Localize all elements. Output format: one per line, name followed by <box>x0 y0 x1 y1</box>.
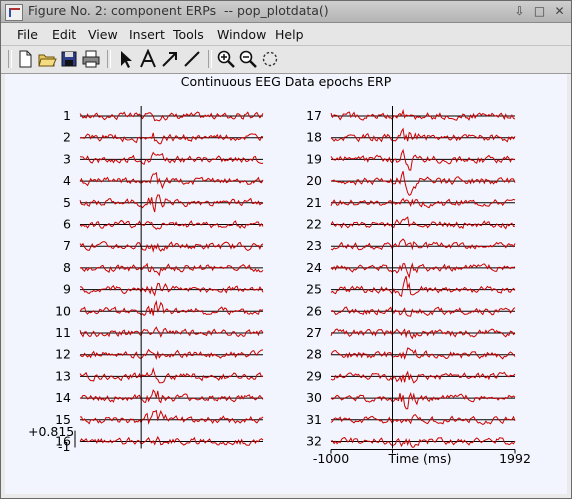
erp-trace <box>330 238 516 251</box>
toolbar-separator <box>208 50 212 68</box>
channel-label: 21 <box>306 195 322 210</box>
title-bar[interactable]: Figure No. 2: component ERPs -- pop_plot… <box>1 1 571 23</box>
channel-label: 22 <box>306 217 322 232</box>
rotate-icon[interactable] <box>260 49 280 69</box>
x-axis-min-label: -1000 <box>313 451 349 466</box>
erp-trace <box>330 148 516 171</box>
toolbar-separator <box>8 50 12 68</box>
channel-label: 20 <box>306 173 322 188</box>
channel-label: 31 <box>306 412 322 427</box>
scale-bottom-label: -1 <box>58 439 70 454</box>
menu-file[interactable]: File <box>17 27 38 42</box>
channel-label: 13 <box>55 368 71 383</box>
figure-title: Continuous EEG Data epochs ERP <box>181 74 392 89</box>
menu-bar: File Edit View Insert Tools Window Help <box>1 23 571 46</box>
erp-trace <box>330 392 516 410</box>
channel-label: 28 <box>306 347 322 362</box>
erp-trace <box>79 299 264 317</box>
erp-trace <box>79 366 264 384</box>
x-axis-title: Time (ms) <box>387 451 451 466</box>
channel-label: 10 <box>55 303 71 318</box>
channel-label: 3 <box>63 151 71 166</box>
channel-label: 19 <box>306 151 322 166</box>
new-file-icon[interactable] <box>15 49 35 69</box>
erp-trace <box>79 262 264 277</box>
scale-top-label: +0.815 <box>28 424 74 439</box>
channel-label: 2 <box>63 130 71 145</box>
menu-view[interactable]: View <box>88 27 118 42</box>
toolbar-separator <box>107 50 111 68</box>
menu-edit[interactable]: Edit <box>52 27 76 42</box>
select-arrow-icon[interactable] <box>116 49 136 69</box>
print-icon[interactable] <box>81 49 101 69</box>
erp-trace <box>330 171 516 196</box>
erp-plot: Continuous EEG Data epochs ERP 123456789… <box>28 74 531 466</box>
erp-trace <box>79 348 264 361</box>
erp-trace <box>330 347 516 360</box>
erp-trace <box>79 326 264 338</box>
channel-label: 9 <box>63 282 71 297</box>
text-insert-icon[interactable] <box>138 49 158 69</box>
channel-label: 1 <box>63 108 71 123</box>
menu-insert[interactable]: Insert <box>129 27 165 42</box>
erp-trace <box>330 216 516 230</box>
erp-trace <box>79 389 264 404</box>
channel-label: 14 <box>55 390 71 405</box>
figure-canvas[interactable]: Continuous EEG Data epochs ERP 123456789… <box>5 74 567 494</box>
channel-label: 27 <box>306 325 322 340</box>
channel-label: 17 <box>306 108 322 123</box>
erp-trace <box>79 151 264 166</box>
x-axis-max-label: 1992 <box>499 451 531 466</box>
figure-window: Figure No. 2: component ERPs -- pop_plot… <box>0 0 572 499</box>
channel-label: 12 <box>55 347 71 362</box>
window-title: Figure No. 2: component ERPs -- pop_plot… <box>28 3 329 18</box>
erp-trace <box>330 275 516 297</box>
open-folder-icon[interactable] <box>37 49 57 69</box>
menu-tools[interactable]: Tools <box>173 27 204 42</box>
channel-label: 7 <box>63 238 71 253</box>
line-insert-icon[interactable] <box>182 49 202 69</box>
channel-label: 25 <box>306 282 322 297</box>
save-icon[interactable] <box>59 49 79 69</box>
erp-trace <box>79 409 264 425</box>
erp-trace <box>330 437 516 448</box>
menu-help[interactable]: Help <box>275 27 304 42</box>
minimize-button[interactable]: ⇩ <box>511 3 528 19</box>
maximize-button[interactable]: □ <box>531 3 548 19</box>
menu-window[interactable]: Window <box>217 27 266 42</box>
channel-label: 8 <box>63 260 71 275</box>
zoom-out-icon[interactable] <box>238 49 258 69</box>
erp-traces: 1234567891011121314151617181920212223242… <box>55 106 516 454</box>
channel-label: 6 <box>63 217 71 232</box>
erp-trace <box>79 171 264 190</box>
channel-label: 24 <box>306 260 322 275</box>
erp-trace <box>330 127 516 143</box>
erp-trace <box>330 370 516 384</box>
channel-label: 30 <box>306 390 322 405</box>
channel-label: 5 <box>63 195 71 210</box>
channel-label: 26 <box>306 303 322 318</box>
toolbar <box>1 46 571 74</box>
channel-label: 23 <box>306 238 322 253</box>
erp-trace <box>79 194 264 213</box>
erp-trace <box>79 132 264 145</box>
erp-trace <box>330 108 516 121</box>
matlab-figure-icon <box>5 4 23 21</box>
erp-trace <box>330 328 516 340</box>
channel-label: 29 <box>306 368 322 383</box>
close-button[interactable]: ✕ <box>551 3 568 19</box>
channel-label: 18 <box>306 130 322 145</box>
channel-label: 4 <box>63 173 71 188</box>
channel-label: 32 <box>306 434 322 449</box>
zoom-in-icon[interactable] <box>216 49 236 69</box>
erp-trace <box>330 262 516 279</box>
channel-label: 11 <box>55 325 71 340</box>
arrow-insert-icon[interactable] <box>160 49 180 69</box>
